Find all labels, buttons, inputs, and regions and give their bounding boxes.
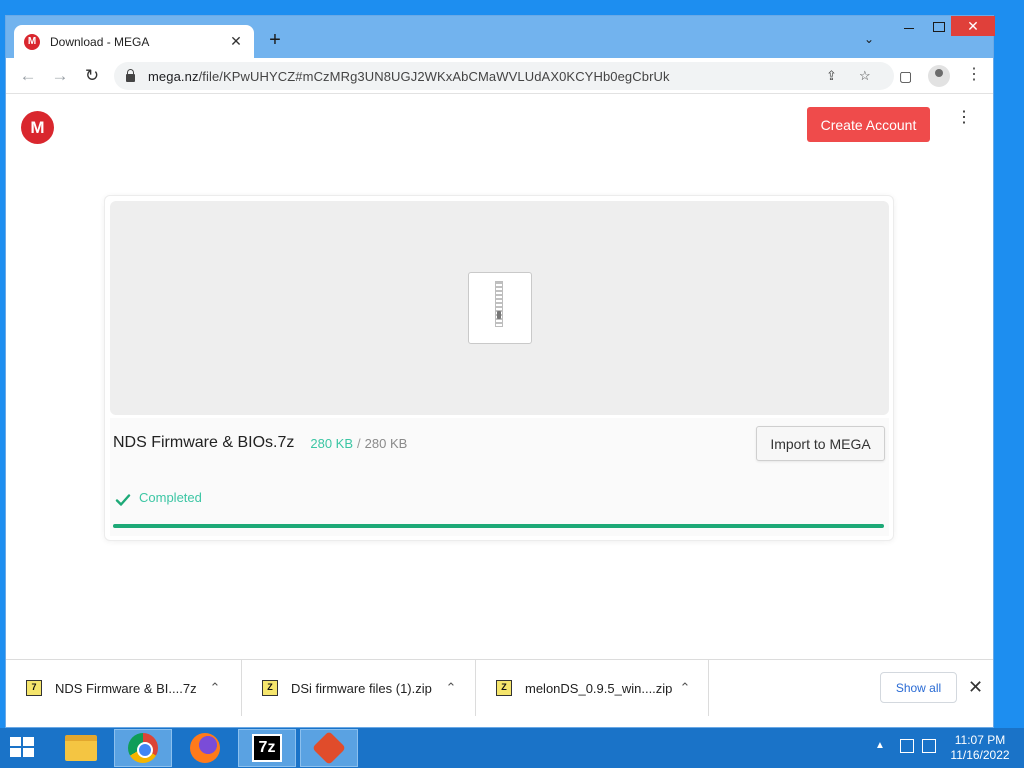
reload-button[interactable]: ↻ <box>82 66 102 86</box>
zipper-icon <box>495 281 503 327</box>
volume-icon[interactable] <box>922 739 936 753</box>
chevron-up-icon[interactable]: ⌃ <box>675 680 695 696</box>
browser-window: M Download - MEGA ✕ + ⌄ ✕ ← → ↻ mega.nz/… <box>5 15 995 728</box>
zip-icon: Z <box>262 680 278 696</box>
download-card: NDS Firmware & BIOs.7z 280 KB / 280 KB I… <box>104 195 894 541</box>
download-status-row: Completed <box>110 468 889 536</box>
close-window-button[interactable]: ✕ <box>951 16 995 36</box>
mega-favicon-icon: M <box>24 33 40 50</box>
size-separator: / <box>357 435 361 451</box>
title-bar: M Download - MEGA ✕ + ⌄ ✕ <box>6 16 995 58</box>
profile-avatar[interactable] <box>928 65 950 87</box>
tab-search-button[interactable]: ⌄ <box>864 32 874 46</box>
side-panel-icon[interactable]: ▢ <box>899 68 912 85</box>
progress-fill <box>113 524 884 528</box>
network-icon[interactable] <box>900 739 914 753</box>
zipper-pull-icon <box>497 311 501 319</box>
lock-icon[interactable] <box>126 69 135 82</box>
minimize-button[interactable] <box>899 20 919 34</box>
tab-close-icon[interactable]: ✕ <box>228 33 244 50</box>
new-tab-button[interactable]: + <box>264 29 286 51</box>
mega-page: M Create Account ⋮ NDS Firmware & BIOs.7… <box>6 95 993 660</box>
zip-icon: Z <box>496 680 512 696</box>
url-path: /file/KPwUHYCZ#mCzMRg3UN8UGJ2WKxAbCMaWVL… <box>198 68 670 84</box>
browser-menu-icon[interactable]: ⋮ <box>966 66 982 84</box>
download-item-name: NDS Firmware & BI....7z <box>55 680 197 696</box>
archive-icon: 7 <box>26 680 42 696</box>
address-bar[interactable]: mega.nz/file/KPwUHYCZ#mCzMRg3UN8UGJ2WKxA… <box>114 62 894 90</box>
clock[interactable]: 11:07 PM 11/16/2022 <box>945 733 1015 763</box>
download-item-name: melonDS_0.9.5_win....zip <box>525 680 673 696</box>
check-icon <box>115 494 131 506</box>
download-item-name: DSi firmware files (1).zip <box>291 680 432 696</box>
download-item[interactable]: 7 NDS Firmware & BI....7z ⌃ <box>6 660 242 716</box>
download-item[interactable]: Z melonDS_0.9.5_win....zip ⌃ <box>476 660 709 716</box>
file-explorer-taskbar-icon[interactable] <box>52 729 110 767</box>
tab-title: Download - MEGA <box>50 34 150 49</box>
forward-button[interactable]: → <box>50 66 70 86</box>
bookmark-star-icon[interactable]: ☆ <box>859 68 871 84</box>
tab-mega-download[interactable]: M Download - MEGA ✕ <box>14 25 254 58</box>
size-total: 280 KB <box>364 435 408 451</box>
firefox-taskbar-icon[interactable] <box>176 729 234 767</box>
file-preview <box>110 201 889 415</box>
download-shelf: 7 NDS Firmware & BI....7z ⌃ Z DSi firmwa… <box>6 659 993 716</box>
size-downloaded: 280 KB <box>310 435 354 451</box>
7zip-taskbar-icon[interactable]: 7z <box>238 729 296 767</box>
file-info-row: NDS Firmware & BIOs.7z 280 KB / 280 KB I… <box>110 418 889 468</box>
chevron-up-icon[interactable]: ⌃ <box>441 680 461 696</box>
back-button[interactable]: ← <box>18 66 38 86</box>
page-menu-icon[interactable]: ⋮ <box>956 110 972 126</box>
taskbar: 7z ▲ 11:07 PM 11/16/2022 <box>0 728 1024 768</box>
status-text: Completed <box>139 490 202 505</box>
chevron-up-icon[interactable]: ⌃ <box>205 680 225 696</box>
close-shelf-icon[interactable]: ✕ <box>968 677 983 698</box>
url-text: mega.nz/file/KPwUHYCZ#mCzMRg3UN8UGJ2WKxA… <box>148 69 670 84</box>
maximize-button[interactable] <box>928 20 948 34</box>
archive-file-icon <box>468 272 532 344</box>
create-account-button[interactable]: Create Account <box>807 107 930 142</box>
clock-date: 11/16/2022 <box>950 748 1010 762</box>
clock-time: 11:07 PM <box>954 733 1006 747</box>
tray-overflow-icon[interactable]: ▲ <box>875 740 885 751</box>
share-icon[interactable]: ⇪ <box>826 68 837 84</box>
import-to-mega-button[interactable]: Import to MEGA <box>756 426 885 461</box>
chrome-taskbar-icon[interactable] <box>114 729 172 767</box>
show-all-button[interactable]: Show all <box>880 672 957 703</box>
download-item[interactable]: Z DSi firmware files (1).zip ⌃ <box>242 660 476 716</box>
url-host: mega.nz <box>148 68 199 84</box>
browser-toolbar: ← → ↻ mega.nz/file/KPwUHYCZ#mCzMRg3UN8UG… <box>6 58 993 94</box>
start-button[interactable] <box>10 737 36 759</box>
file-name: NDS Firmware & BIOs.7z <box>113 434 295 451</box>
mega-logo[interactable]: M <box>21 111 54 144</box>
progress-bar <box>113 524 884 528</box>
melonds-taskbar-icon[interactable] <box>300 729 358 767</box>
